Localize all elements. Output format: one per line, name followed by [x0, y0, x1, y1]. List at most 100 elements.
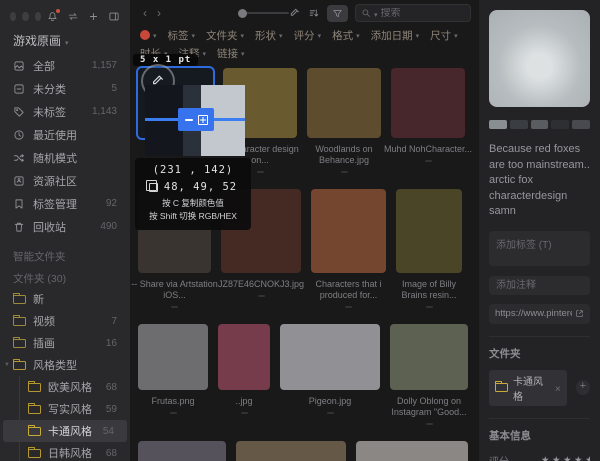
minus-icon	[184, 118, 193, 121]
filter-size[interactable]: 尺寸	[430, 28, 458, 43]
thumbnail[interactable]	[138, 324, 208, 390]
thumbnail[interactable]	[236, 441, 346, 461]
sync-icon[interactable]	[67, 11, 79, 22]
search-input[interactable]	[355, 4, 471, 22]
folder-style-type[interactable]: ▼ 风格类型	[0, 354, 130, 376]
folders-header[interactable]: 文件夹 (30)	[0, 268, 130, 288]
sidebar: 游戏原画 全部 1,157 未分类 5 未标签 1,143 最近使用 随机模式	[0, 0, 130, 461]
close-window-button[interactable]	[10, 11, 17, 21]
filter-shape[interactable]: 形状	[255, 28, 283, 43]
filter-link[interactable]: 链接	[217, 46, 245, 61]
grid-item[interactable]: Image of Billy Brains resin...	[396, 189, 462, 308]
add-icon[interactable]	[88, 11, 99, 22]
sidebar-item-community[interactable]: 资源社区	[0, 169, 130, 192]
sidebar-item-untagged[interactable]: 未标签 1,143	[0, 100, 130, 123]
grid-item[interactable]: Pigeon.jpg	[280, 324, 380, 414]
grid-item[interactable]: Dolly Oblong on Instagram "Good...	[390, 324, 468, 425]
notifications-icon[interactable]	[47, 8, 60, 22]
sidebar-item-trash[interactable]: 回收站 490	[0, 215, 130, 238]
filter-date-added[interactable]: 添加日期	[371, 28, 420, 43]
sidebar-item-uncategorized[interactable]: 未分类 5	[0, 77, 130, 100]
thumbnail[interactable]	[311, 189, 386, 273]
sidebar-item-tag-manager[interactable]: 标签管理 92	[0, 192, 130, 215]
palette-swatch[interactable]	[572, 120, 590, 129]
inspector-panel: Because red foxes are too mainstream.. a…	[479, 0, 600, 461]
folder-icon	[13, 292, 26, 304]
copy-hint: 按 C 复制颜色值	[162, 198, 224, 208]
filter-folders[interactable]: 文件夹	[206, 28, 244, 43]
sort-icon[interactable]	[308, 7, 320, 19]
folder-japan-korea-style[interactable]: 日韩风格 68	[0, 442, 130, 461]
forward-button[interactable]: ›	[152, 6, 166, 20]
thumbnail[interactable]	[307, 68, 381, 138]
sidebar-item-random[interactable]: 随机模式	[0, 146, 130, 169]
rating-label: 评分	[489, 453, 541, 461]
source-link[interactable]: https://www.pintere	[489, 303, 590, 324]
thumbnail-size-slider[interactable]	[238, 8, 290, 18]
folder-cartoon-style-selected[interactable]: 卡通风格 54	[3, 420, 127, 442]
folder-realistic-style[interactable]: 写实风格 59	[0, 398, 130, 420]
pixel-coordinates: (231 , 142)	[152, 164, 234, 176]
image-title[interactable]: Because red foxes are too mainstream.. a…	[489, 142, 590, 220]
thumbnail[interactable]	[390, 324, 468, 390]
folder-chip[interactable]: 卡通风格	[489, 369, 567, 406]
grid-item[interactable]: ..jpg	[218, 324, 270, 414]
folder-icon	[495, 381, 508, 392]
folder-video[interactable]: 视频 7	[0, 310, 130, 332]
folder-new[interactable]: 新	[0, 288, 130, 310]
toggle-hint: 按 Shift 切换 RGB/HEX	[149, 211, 237, 221]
content-area: ‹ › ▾ 搜索 ▾ 标签 ▾ 文件夹 ▾ 形状 ▾ 评分 ▾ 格式 ▾ 添加日…	[130, 0, 479, 461]
add-tag-input[interactable]: 添加标签 (T)	[489, 230, 590, 266]
folder-icon	[13, 336, 26, 348]
basic-info-title: 基本信息	[489, 429, 531, 442]
folder-illustration[interactable]: 插画 16	[0, 332, 130, 354]
zoom-window-button[interactable]	[34, 11, 41, 21]
color-swatch-icon	[140, 30, 150, 40]
thumbnail[interactable]	[280, 324, 380, 390]
filter-tags[interactable]: 标签	[168, 28, 196, 43]
rating-placeholder	[425, 306, 433, 308]
folder-western-style[interactable]: 欧美风格 68	[0, 376, 130, 398]
grid-item[interactable]	[356, 441, 468, 461]
color-picker-tooltip: (231 , 142) 48, 49, 52 按 C 复制颜色值 按 Shift…	[135, 158, 251, 230]
folder-icon	[28, 402, 41, 414]
eyedropper-icon[interactable]	[289, 7, 301, 19]
expand-arrow-icon[interactable]: ▼	[4, 362, 13, 368]
filter-format[interactable]: 格式	[332, 28, 360, 43]
search-field[interactable]	[380, 7, 465, 19]
thumbnail[interactable]	[356, 441, 468, 461]
sidebar-item-all[interactable]: 全部 1,157	[0, 54, 130, 77]
grid-item[interactable]: Frutas.png	[138, 324, 208, 414]
rating-placeholder	[256, 171, 264, 173]
toggle-sidebar-icon[interactable]	[108, 11, 120, 22]
slider-knob[interactable]	[238, 8, 247, 18]
back-button[interactable]: ‹	[138, 6, 152, 20]
palette-swatch[interactable]	[509, 120, 528, 129]
grid-item[interactable]: Woodlands on Behance.jpg	[307, 68, 381, 173]
palette-swatch[interactable]	[551, 120, 570, 129]
grid-item[interactable]: Characters that i produced for...	[311, 189, 386, 308]
folder-icon	[13, 358, 26, 370]
thumbnail[interactable]	[138, 441, 226, 461]
grid-item[interactable]	[138, 441, 226, 461]
chevron-down-icon[interactable]	[374, 4, 378, 22]
add-folder-button[interactable]: +	[575, 380, 590, 395]
thumbnail[interactable]	[396, 189, 462, 273]
thumbnail[interactable]	[391, 68, 465, 138]
rating-stars[interactable]: ★★★★★	[541, 455, 590, 461]
grid-item[interactable]	[236, 441, 346, 461]
palette-swatch[interactable]	[530, 120, 549, 129]
filter-rating[interactable]: 评分	[294, 28, 322, 43]
sidebar-item-recent[interactable]: 最近使用	[0, 123, 130, 146]
thumbnail[interactable]	[218, 324, 270, 390]
add-note-input[interactable]: 添加注释	[489, 275, 590, 295]
grid-item[interactable]: Muhd NohCharacter...	[384, 68, 472, 162]
library-switcher[interactable]: 游戏原画	[0, 27, 130, 54]
rating-placeholder	[171, 306, 178, 308]
remove-folder-icon[interactable]	[555, 379, 561, 397]
selected-image-preview[interactable]	[489, 10, 590, 107]
color-filter[interactable]	[140, 29, 157, 41]
filter-funnel-icon[interactable]	[327, 4, 349, 22]
palette-swatch[interactable]	[489, 120, 507, 129]
minimize-window-button[interactable]	[22, 11, 29, 21]
